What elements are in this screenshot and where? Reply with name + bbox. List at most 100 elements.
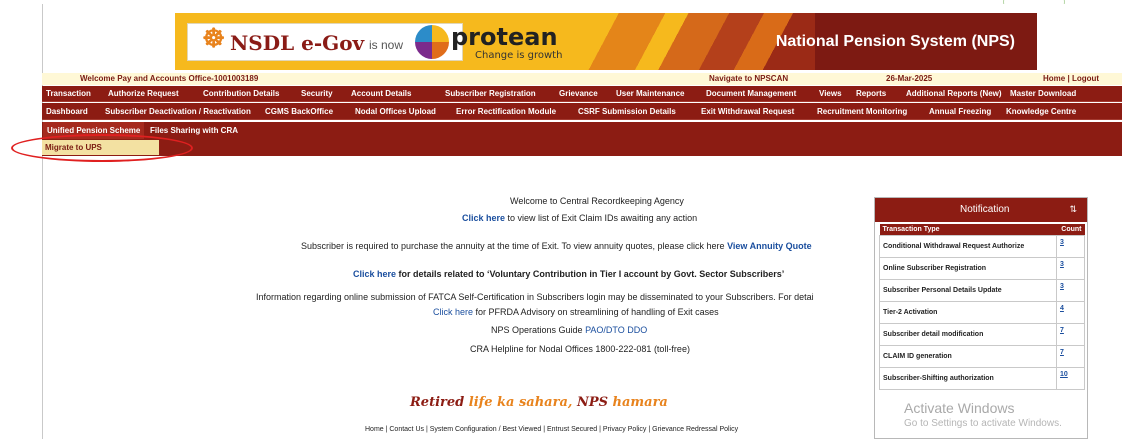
table-row: Tier-2 Activation 4 xyxy=(879,300,1085,324)
welcome-message: Welcome to Central Recordkeeping Agency xyxy=(510,196,684,206)
menu-dashboard[interactable]: Dashboard xyxy=(46,103,88,120)
count-link[interactable]: 7 xyxy=(1056,322,1085,346)
menu-error-rectification[interactable]: Error Rectification Module xyxy=(456,103,556,120)
submenu-migrate-to-ups[interactable]: Migrate to UPS xyxy=(42,140,159,155)
col-count: Count xyxy=(1056,224,1085,235)
menu-grievance[interactable]: Grievance xyxy=(559,86,598,102)
home-logout-links: Home | Logout xyxy=(1043,74,1099,83)
menu-reports[interactable]: Reports xyxy=(856,86,886,102)
main-menu-row-3: Unified Pension Scheme Files Sharing wit… xyxy=(42,122,1122,140)
activate-windows-watermark: Activate Windows xyxy=(904,400,1015,416)
notification-title: Notification xyxy=(960,204,1010,215)
menu-document-management[interactable]: Document Management xyxy=(706,86,796,102)
welcome-user-text: Welcome Pay and Accounts Office-10010031… xyxy=(80,74,259,83)
menu-user-maintenance[interactable]: User Maintenance xyxy=(616,86,684,102)
ops-guide-link[interactable]: PAO/DTO DDO xyxy=(585,325,647,335)
menu-cgms-backoffice[interactable]: CGMS BackOffice xyxy=(265,103,333,120)
current-date: 26-Mar-2025 xyxy=(886,74,933,83)
count-link[interactable]: 3 xyxy=(1056,256,1085,280)
col-transaction-type: Transaction Type xyxy=(879,224,1057,235)
table-row: Conditional Withdrawal Request Authorize… xyxy=(879,234,1085,258)
menu-contribution-details[interactable]: Contribution Details xyxy=(203,86,279,102)
footer-links[interactable]: Home | Contact Us | System Configuration… xyxy=(365,426,738,433)
notification-table: Transaction Type Count Conditional Withd… xyxy=(879,224,1085,390)
menu-authorize-request[interactable]: Authorize Request xyxy=(108,86,179,102)
header-banner: ☸ NSDL e-Gov is now protean Change is gr… xyxy=(175,13,1037,70)
count-link[interactable]: 4 xyxy=(1056,300,1085,324)
count-link[interactable]: 3 xyxy=(1056,278,1085,302)
menu-csrf-submission[interactable]: CSRF Submission Details xyxy=(578,103,676,120)
protean-logo-icon xyxy=(415,25,449,59)
menu-exit-withdrawal[interactable]: Exit Withdrawal Request xyxy=(701,103,794,120)
menu-account-details[interactable]: Account Details xyxy=(351,86,411,102)
notification-table-header: Transaction Type Count xyxy=(879,224,1085,235)
transaction-type-cell: Conditional Withdrawal Request Authorize xyxy=(879,234,1057,258)
table-row: Subscriber detail modification 7 xyxy=(879,322,1085,346)
helpline-text: CRA Helpline for Nodal Offices 1800-222-… xyxy=(470,344,690,354)
site-title: National Pension System (NPS) xyxy=(775,33,1015,50)
main-menu-row-1: Transaction Authorize Request Contributi… xyxy=(42,86,1122,102)
menu-transaction[interactable]: Transaction xyxy=(46,86,91,102)
menu-files-sharing-cra[interactable]: Files Sharing with CRA xyxy=(150,122,238,139)
menu-recruitment-monitoring[interactable]: Recruitment Monitoring xyxy=(817,103,907,120)
transaction-type-cell: Subscriber-Shifting authorization xyxy=(879,366,1057,390)
voluntary-contribution-line: Click here for details related to ‘Volun… xyxy=(353,269,784,279)
tagline-part-1: Retired xyxy=(410,395,469,410)
menu-subscriber-registration[interactable]: Subscriber Registration xyxy=(445,86,536,102)
table-row: Subscriber Personal Details Update 3 xyxy=(879,278,1085,302)
main-menu-row-2: Dashboard Subscriber Deactivation / Reac… xyxy=(42,103,1122,120)
exit-claim-text: to view list of Exit Claim IDs awaiting … xyxy=(505,213,698,223)
tagline-part-4: hamara xyxy=(612,395,668,410)
is-now-text: is now xyxy=(369,38,404,52)
count-link[interactable]: 10 xyxy=(1056,366,1085,390)
transaction-type-cell: Subscriber detail modification xyxy=(879,322,1057,346)
table-row: Subscriber-Shifting authorization 10 xyxy=(879,366,1085,390)
menu-security[interactable]: Security xyxy=(301,86,333,102)
pfrda-advisory-link[interactable]: Click here xyxy=(433,307,473,317)
sort-icon[interactable]: ⇅ xyxy=(1069,204,1077,215)
home-link[interactable]: Home xyxy=(1043,74,1065,83)
pfrda-line: Click here for PFRDA Advisory on streaml… xyxy=(433,307,719,317)
voluntary-contribution-link[interactable]: Click here xyxy=(353,269,396,279)
logout-link[interactable]: Logout xyxy=(1072,74,1099,83)
ops-guide-line: NPS Operations Guide PAO/DTO DDO xyxy=(491,325,647,335)
separator: | xyxy=(1067,74,1070,83)
menu-views[interactable]: Views xyxy=(819,86,842,102)
info-bar: Welcome Pay and Accounts Office-10010031… xyxy=(42,73,1122,85)
transaction-type-cell: Tier-2 Activation xyxy=(879,300,1057,324)
menu-nodal-offices-upload[interactable]: Nodal Offices Upload xyxy=(355,103,436,120)
nsdl-leaf-icon: ☸ xyxy=(202,23,226,53)
transaction-type-cell: Subscriber Personal Details Update xyxy=(879,278,1057,302)
protean-logo-text: protean xyxy=(451,23,558,51)
annuity-text: Subscriber is required to purchase the a… xyxy=(301,241,728,251)
tagline-part-3: NPS xyxy=(576,395,613,410)
menu-unified-pension-scheme[interactable]: Unified Pension Scheme xyxy=(43,122,145,139)
tagline-part-2: life ka sahara, xyxy=(468,395,577,410)
menu-strip xyxy=(42,140,1122,156)
protean-tagline: Change is growth xyxy=(475,50,563,61)
activate-windows-subtext: Go to Settings to activate Windows. xyxy=(904,418,1062,429)
menu-annual-freezing[interactable]: Annual Freezing xyxy=(929,103,991,120)
navigate-npscan-link[interactable]: Navigate to NPSCAN xyxy=(709,74,788,83)
count-link[interactable]: 7 xyxy=(1056,344,1085,368)
ops-guide-text: NPS Operations Guide xyxy=(491,325,586,335)
table-row: Online Subscriber Registration 3 xyxy=(879,256,1085,280)
nsdl-logo-text: NSDL e-Gov xyxy=(230,31,365,55)
navigate-npscan-label[interactable]: Navigate to NPSCAN xyxy=(709,74,788,83)
transaction-type-cell: Online Subscriber Registration xyxy=(879,256,1057,280)
view-annuity-quote-link[interactable]: View Annuity Quote xyxy=(727,241,812,251)
menu-knowledge-centre[interactable]: Knowledge Centre xyxy=(1006,103,1076,120)
menu-master-download[interactable]: Master Download xyxy=(1010,86,1076,102)
fatca-line: Information regarding online submission … xyxy=(256,292,814,302)
exit-claim-link[interactable]: Click here xyxy=(462,213,505,223)
voluntary-contribution-text: for details related to ‘Voluntary Contri… xyxy=(396,269,785,279)
transaction-type-cell: CLAIM ID generation xyxy=(879,344,1057,368)
count-link[interactable]: 3 xyxy=(1056,234,1085,258)
menu-additional-reports[interactable]: Additional Reports (New) xyxy=(906,86,1002,102)
notification-header: Notification ⇅ xyxy=(875,198,1087,222)
exit-claim-line: Click here to view list of Exit Claim ID… xyxy=(462,213,697,223)
nps-tagline: Retired life ka sahara, NPS hamara xyxy=(410,395,668,410)
pfrda-text: for PFRDA Advisory on streamlining of ha… xyxy=(473,307,719,317)
menu-subscriber-deactivation[interactable]: Subscriber Deactivation / Reactivation xyxy=(105,103,251,120)
annuity-line: Subscriber is required to purchase the a… xyxy=(301,241,812,251)
